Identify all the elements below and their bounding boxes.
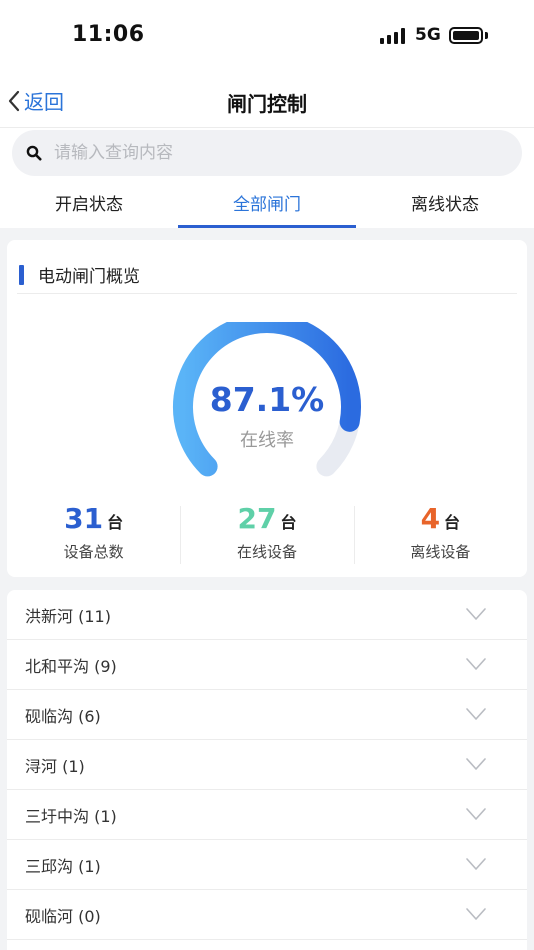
chevron-down-icon[interactable] <box>465 657 487 671</box>
chevron-down-icon[interactable] <box>465 607 487 621</box>
tab-open-status[interactable]: 开启状态 <box>0 178 178 228</box>
gate-group-name: 北和平沟 (9) <box>25 656 117 676</box>
list-item-gate-group[interactable]: 浔河 (1) <box>7 740 527 790</box>
stat-offline-label: 离线设备 <box>410 543 471 561</box>
chevron-down-icon[interactable] <box>465 857 487 871</box>
list-item-gate-group[interactable]: 三邱沟 (1) <box>7 840 527 890</box>
stat-total-unit: 台 <box>107 513 124 532</box>
gate-group-name: 洪新河 (11) <box>25 606 111 626</box>
battery-tip <box>485 32 488 39</box>
gate-group-name: 砚临河 (0) <box>25 906 101 926</box>
search-box <box>12 130 522 176</box>
battery-icon <box>449 27 483 44</box>
chevron-down-icon[interactable] <box>465 907 487 921</box>
list-item-gate-group[interactable]: 北和平沟 (9) <box>7 640 527 690</box>
divider <box>17 293 517 294</box>
search-icon <box>26 145 42 161</box>
list-item-gate-group[interactable]: 三圩中沟 (1) <box>7 790 527 840</box>
online-rate-label: 在线率 <box>240 430 294 451</box>
section-marker <box>19 264 24 285</box>
search-bar <box>0 128 534 178</box>
stat-offline-unit: 台 <box>444 513 461 532</box>
chevron-down-icon[interactable] <box>465 807 487 821</box>
online-rate-value: 87.1% <box>209 380 325 419</box>
stat-offline-value: 4 <box>420 502 441 535</box>
tab-bar: 开启状态 全部闸门 离线状态 <box>0 178 534 228</box>
overview-title: 电动闸门概览 <box>38 267 140 287</box>
tab-all-gates[interactable]: 全部闸门 <box>178 178 356 228</box>
chevron-down-icon[interactable] <box>465 757 487 771</box>
chevron-down-icon[interactable] <box>465 707 487 721</box>
overview-card: 电动闸门概览 87.1% 在线率 31台 设备总数 27台 在线设备 4台 <box>7 240 527 577</box>
list-item-gate-group[interactable]: 洪新河 (11) <box>7 590 527 640</box>
gate-group-name: 三圩中沟 (1) <box>25 806 117 826</box>
stat-online-label: 在线设备 <box>236 543 297 561</box>
status-time: 11:06 <box>72 22 145 47</box>
stat-total: 31 台 设备总数 <box>7 502 180 568</box>
nav-bar: 返回 闸门控制 <box>0 72 534 128</box>
tab-offline-status[interactable]: 离线状态 <box>356 178 534 228</box>
stat-total-label: 设备总数 <box>63 543 124 561</box>
signal-strength-icon <box>380 28 405 44</box>
status-bar: 11:06 5G <box>0 0 534 72</box>
stat-online: 27 台 在线设备 <box>180 502 353 568</box>
network-type: 5G <box>415 25 441 45</box>
stat-total-value: 31 <box>64 502 104 535</box>
gate-group-list: 洪新河 (11) 北和平沟 (9) 砚临沟 (6) 浔河 (1) 三圩中沟 (1… <box>7 590 527 950</box>
stat-online-value: 27 <box>237 502 277 535</box>
list-item-gate-group[interactable]: 砚临沟 (6) <box>7 690 527 740</box>
list-item-gate-group[interactable]: 砚临河 (0) <box>7 890 527 940</box>
overview-header: 电动闸门概览 <box>19 262 140 287</box>
page-title: 闸门控制 <box>227 92 307 116</box>
gate-group-name: 砚临沟 (6) <box>25 706 101 726</box>
stat-online-unit: 台 <box>280 513 297 532</box>
search-input[interactable] <box>54 143 474 163</box>
device-stats: 31 台 设备总数 27 台 在线设备 4台 离线设备 <box>7 502 527 568</box>
stat-offline: 4台 离线设备 <box>353 502 527 568</box>
gate-group-name: 浔河 (1) <box>25 756 85 776</box>
online-rate-gauge: 87.1% 在线率 <box>167 322 367 482</box>
gate-group-name: 三邱沟 (1) <box>25 856 101 876</box>
